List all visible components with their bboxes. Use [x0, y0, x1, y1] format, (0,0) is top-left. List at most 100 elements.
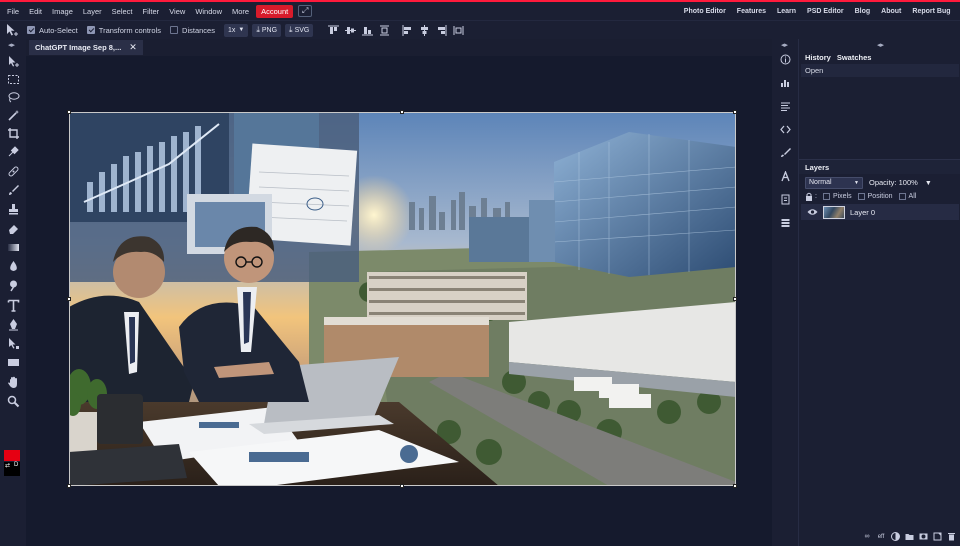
- transform-handle[interactable]: [400, 484, 404, 488]
- transform-handle[interactable]: [733, 110, 737, 114]
- zoom-tool[interactable]: [5, 393, 21, 409]
- transform-controls-check[interactable]: [86, 26, 95, 34]
- close-icon[interactable]: ✕: [129, 42, 137, 53]
- character-icon[interactable]: [779, 170, 792, 183]
- shape-tool[interactable]: [5, 354, 21, 370]
- document-tab[interactable]: ChatGPT Image Sep 8,... ✕: [29, 40, 143, 55]
- export-png-button[interactable]: ⤓ PNG: [252, 23, 282, 37]
- align-center-icon[interactable]: [418, 24, 431, 37]
- menu-file[interactable]: File: [2, 7, 24, 16]
- eye-icon[interactable]: [807, 208, 818, 216]
- tab-swatches[interactable]: Swatches: [837, 53, 872, 62]
- transform-handle[interactable]: [400, 110, 404, 114]
- link-report-bug[interactable]: Report Bug: [907, 8, 956, 15]
- zoom-select[interactable]: 1x ▼: [223, 23, 249, 37]
- text-tool[interactable]: [5, 297, 21, 313]
- eyedropper-tool[interactable]: [5, 143, 21, 159]
- transform-controls-checkbox[interactable]: Transform controls: [86, 26, 161, 35]
- swap-colors-icon[interactable]: ⇄: [5, 462, 10, 469]
- align-middle-icon[interactable]: [344, 24, 357, 37]
- crop-tool[interactable]: [5, 125, 21, 141]
- align-top-icon[interactable]: [327, 24, 340, 37]
- align-buttons: [327, 24, 469, 37]
- transform-handle[interactable]: [67, 110, 71, 114]
- css-code-icon[interactable]: [779, 123, 792, 136]
- pen-icon: [8, 318, 18, 330]
- account-button[interactable]: Account: [256, 4, 294, 18]
- auto-select-checkbox[interactable]: Auto-Select: [27, 26, 78, 35]
- menu-edit[interactable]: Edit: [24, 7, 47, 16]
- link-about[interactable]: About: [876, 8, 907, 15]
- menu-image[interactable]: Image: [47, 7, 78, 16]
- layer-effects-icon[interactable]: eff: [876, 532, 886, 541]
- distances-checkbox[interactable]: Distances: [170, 26, 215, 35]
- blur-tool[interactable]: [5, 258, 21, 274]
- brush-tool[interactable]: [5, 182, 21, 198]
- layer-item[interactable]: Layer 0: [801, 204, 959, 220]
- path-select-tool[interactable]: [5, 335, 21, 351]
- blend-mode-select[interactable]: Normal ▼: [805, 176, 863, 189]
- dodge-tool[interactable]: [5, 277, 21, 293]
- export-svg-button[interactable]: ⤓ SVG: [285, 23, 314, 37]
- properties-icon[interactable]: [779, 193, 792, 206]
- canvas-workspace[interactable]: [26, 56, 772, 546]
- brush-settings-icon[interactable]: [779, 146, 792, 159]
- histogram-icon[interactable]: [779, 76, 792, 89]
- lock-position-checkbox[interactable]: [857, 193, 865, 200]
- link-blog[interactable]: Blog: [849, 8, 876, 15]
- menu-window[interactable]: Window: [190, 7, 227, 16]
- collapse-tools-icon[interactable]: ◂▸: [8, 41, 15, 49]
- info-icon[interactable]: [779, 53, 792, 66]
- tab-history[interactable]: History: [805, 53, 831, 62]
- transform-handle[interactable]: [67, 484, 71, 488]
- link-photo-editor[interactable]: Photo Editor: [678, 8, 731, 15]
- opacity-control[interactable]: Opacity: 100% ▼: [869, 178, 932, 187]
- healing-tool[interactable]: [5, 163, 21, 179]
- move-tool[interactable]: [5, 53, 21, 69]
- align-bottom-icon[interactable]: [361, 24, 374, 37]
- new-group-icon[interactable]: [904, 532, 914, 541]
- menu-more[interactable]: More: [227, 7, 254, 16]
- align-right-icon[interactable]: [435, 24, 448, 37]
- marquee-tool[interactable]: [5, 71, 21, 87]
- transform-bounding-box[interactable]: [69, 112, 736, 486]
- stamp-tool[interactable]: [5, 201, 21, 217]
- auto-select-check[interactable]: [27, 26, 35, 34]
- channels-icon[interactable]: [779, 216, 792, 229]
- lock-all-checkbox[interactable]: [898, 193, 906, 200]
- quick-select-tool[interactable]: [5, 107, 21, 123]
- menu-filter[interactable]: Filter: [138, 7, 165, 16]
- transform-handle[interactable]: [733, 484, 737, 488]
- menu-view[interactable]: View: [164, 7, 190, 16]
- new-layer-icon[interactable]: [932, 532, 942, 541]
- transform-handle[interactable]: [67, 297, 71, 301]
- pen-tool[interactable]: [5, 316, 21, 332]
- distribute-vertical-icon[interactable]: [378, 24, 391, 37]
- gradient-tool[interactable]: [5, 239, 21, 255]
- hand-tool[interactable]: [5, 374, 21, 390]
- collapse-strip-icon[interactable]: ◂▸: [781, 41, 788, 49]
- foreground-color-swatch[interactable]: [4, 450, 20, 461]
- menu-layer[interactable]: Layer: [78, 7, 107, 16]
- default-colors-icon[interactable]: D: [14, 462, 18, 468]
- history-item[interactable]: Open: [801, 64, 959, 77]
- distribute-horizontal-icon[interactable]: [452, 24, 465, 37]
- paragraph-icon[interactable]: [779, 100, 792, 113]
- delete-layer-icon[interactable]: [946, 532, 956, 541]
- layer-mask-icon[interactable]: [918, 532, 928, 541]
- align-left-icon[interactable]: [401, 24, 414, 37]
- collapse-panel-icon[interactable]: ◂▸: [877, 41, 884, 49]
- distances-check[interactable]: [170, 26, 179, 34]
- link-layers-icon[interactable]: ∞: [862, 532, 872, 541]
- transform-handle[interactable]: [733, 297, 737, 301]
- link-psd-editor[interactable]: PSD Editor: [802, 8, 850, 15]
- link-learn[interactable]: Learn: [771, 8, 801, 15]
- fullscreen-icon[interactable]: ⤢: [298, 5, 313, 17]
- link-features[interactable]: Features: [731, 8, 771, 15]
- eraser-tool[interactable]: [5, 220, 21, 236]
- background-color-swatch[interactable]: ⇄ D: [4, 462, 20, 476]
- lock-pixels-checkbox[interactable]: [822, 193, 830, 200]
- lasso-tool[interactable]: [5, 89, 21, 105]
- adjustment-layer-icon[interactable]: [890, 532, 900, 541]
- menu-select[interactable]: Select: [107, 7, 138, 16]
